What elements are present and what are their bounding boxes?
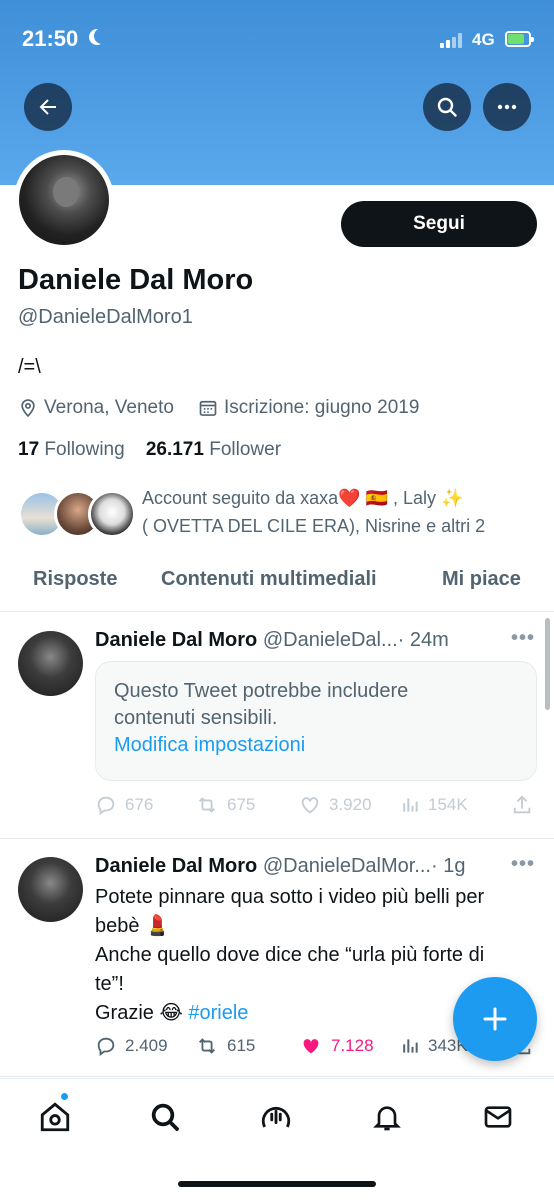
profile-location: Verona, Veneto (18, 397, 174, 419)
mail-icon (484, 1106, 512, 1128)
battery-icon (505, 31, 534, 47)
like-button[interactable]: 3.920 (299, 794, 372, 816)
views-icon (403, 798, 418, 812)
tweet-more-button[interactable]: ••• (511, 853, 535, 876)
profile-handle: @DanieleDalMoro1 (18, 306, 193, 328)
spaces-icon (261, 1106, 291, 1128)
profile-display-name: Daniele Dal Moro (18, 264, 254, 296)
share-button[interactable] (511, 794, 533, 816)
retweet-icon (199, 797, 215, 813)
followers-link[interactable]: 26.171 Follower (146, 439, 281, 460)
following-link[interactable]: 17 Following (18, 439, 125, 460)
network-label: 4G (472, 30, 495, 49)
nav-search[interactable] (147, 1099, 183, 1135)
compose-tweet-button[interactable] (453, 977, 537, 1061)
signal-icon (440, 32, 466, 48)
hashtag-link[interactable]: #oriele (188, 1002, 248, 1024)
tweet-avatar[interactable] (18, 631, 83, 696)
profile-tabs: Risposte Contenuti multimediali Mi piace (0, 556, 554, 612)
tweet-header: Daniele Dal Moro @DanieleDalMor...· 1g (95, 855, 515, 878)
avatar (88, 490, 136, 538)
profile-counts: 17 Following 26.171 Follower (18, 439, 281, 461)
tweet-author-handle: @DanieleDalMor... (262, 855, 431, 877)
location-icon (21, 399, 35, 418)
reply-button[interactable]: 2.409 (95, 1035, 168, 1057)
bell-icon (373, 1106, 401, 1131)
tweet-actions: 676 675 3.920 154K (95, 794, 540, 820)
edit-settings-link[interactable]: Modifica impostazioni (114, 732, 518, 759)
sensitive-content-notice: Questo Tweet potrebbe includere contenut… (95, 661, 537, 781)
profile-avatar[interactable] (14, 150, 114, 250)
tweet-author-handle: @DanieleDal... (262, 629, 398, 651)
tweet-header: Daniele Dal Moro @DanieleDal...· 24m (95, 629, 515, 652)
profile-bio: /=\ (18, 356, 41, 378)
views-icon (403, 1039, 418, 1053)
nav-notifications[interactable] (369, 1099, 405, 1135)
followed-by-avatars[interactable] (18, 490, 136, 538)
views-button[interactable]: 154K (400, 794, 468, 816)
retweet-button[interactable]: 615 (195, 1035, 255, 1057)
more-icon (497, 104, 517, 110)
tweet-time: · 24m (397, 629, 449, 651)
joined-text: Iscrizione: giugno 2019 (224, 397, 420, 418)
reply-button[interactable]: 676 (95, 794, 153, 816)
plus-icon (483, 1007, 507, 1031)
like-button[interactable]: 7.128 (299, 1035, 374, 1057)
back-button[interactable] (24, 83, 72, 131)
tweet-more-button[interactable]: ••• (511, 627, 535, 650)
tweet[interactable]: Daniele Dal Moro @DanieleDal...· 24m •••… (0, 613, 554, 839)
heart-icon (301, 797, 319, 814)
reply-icon (97, 1037, 115, 1057)
profile-joined: Iscrizione: giugno 2019 (198, 397, 419, 419)
home-indicator[interactable] (178, 1181, 376, 1187)
tab-likes[interactable]: Mi piace (442, 568, 521, 591)
heart-icon (303, 1039, 319, 1054)
tweet-avatar[interactable] (18, 857, 83, 922)
follow-button[interactable]: Segui (341, 201, 537, 247)
followed-by-text[interactable]: Account seguito da xaxa❤️ 🇪🇸 , Laly ✨ ( … (142, 484, 542, 540)
search-icon (437, 97, 457, 117)
scrollbar[interactable] (545, 618, 550, 710)
search-button[interactable] (423, 83, 471, 131)
tweet-time: · 1g (430, 855, 466, 877)
nav-home[interactable] (37, 1099, 73, 1135)
status-time: 21:50 (22, 26, 79, 51)
tab-media[interactable]: Contenuti multimediali (161, 568, 377, 591)
share-icon (513, 795, 531, 814)
reply-icon (97, 796, 115, 816)
retweet-button[interactable]: 675 (195, 794, 255, 816)
notification-dot (60, 1092, 69, 1101)
more-options-button[interactable] (483, 83, 531, 131)
search-icon (151, 1103, 179, 1131)
location-text: Verona, Veneto (44, 397, 174, 418)
back-arrow-icon (39, 99, 56, 115)
tweet-author-name[interactable]: Daniele Dal Moro (95, 855, 257, 877)
retweet-icon (199, 1038, 215, 1054)
calendar-icon (199, 400, 217, 416)
moon-icon (94, 28, 110, 44)
nav-spaces[interactable] (258, 1099, 294, 1135)
nav-messages[interactable] (480, 1099, 516, 1135)
tweet-author-name[interactable]: Daniele Dal Moro (95, 629, 257, 651)
home-icon (40, 1102, 70, 1132)
tab-replies[interactable]: Risposte (33, 568, 117, 591)
